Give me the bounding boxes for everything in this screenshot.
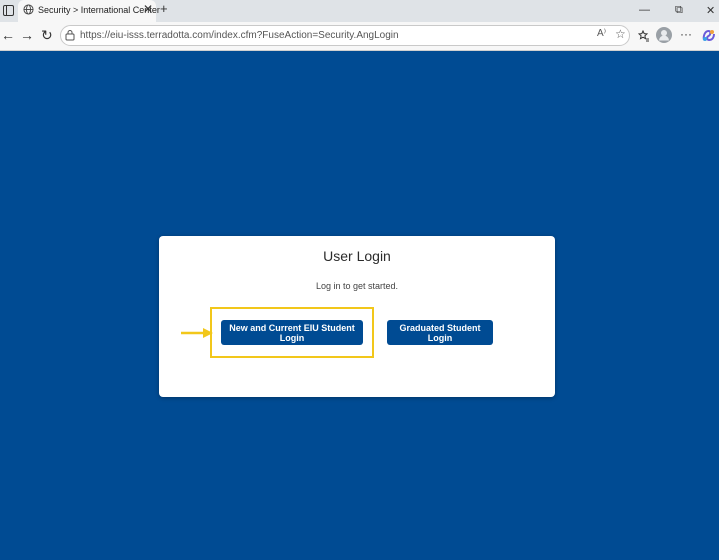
browser-toolbar: ← → ↻ https://eiu-isss.terradotta.com/in… (0, 22, 719, 51)
minimize-button[interactable]: — (639, 4, 650, 16)
globe-icon (23, 4, 34, 15)
tab-active[interactable]: Security > International Center ✕ (18, 0, 160, 22)
login-title: User Login (323, 248, 391, 264)
tab-strip: Security > International Center ✕ + — ⧉ … (0, 0, 719, 22)
login-subtitle: Log in to get started. (315, 281, 399, 291)
favorites-icon[interactable] (638, 30, 650, 42)
forward-button[interactable]: → (20, 27, 34, 43)
highlight-arrow-icon (181, 328, 213, 338)
graduated-student-login-button[interactable]: Graduated Student Login (387, 320, 493, 345)
back-button[interactable]: ← (1, 27, 15, 43)
reload-button[interactable]: ↻ (41, 27, 53, 44)
login-card: User Login Log in to get started. New an… (159, 236, 555, 397)
more-menu-button[interactable]: ··· (680, 27, 692, 41)
close-window-button[interactable]: ✕ (706, 4, 715, 17)
profile-avatar-icon[interactable] (656, 27, 672, 43)
read-aloud-icon[interactable]: A⁾ (597, 28, 606, 39)
favorite-star-icon[interactable]: ☆ (615, 27, 626, 41)
tab-close-icon[interactable]: ✕ (143, 2, 153, 16)
copilot-icon[interactable] (702, 29, 715, 42)
address-bar[interactable]: https://eiu-isss.terradotta.com/index.cf… (60, 25, 630, 46)
current-student-login-button[interactable]: New and Current EIU Student Login (221, 320, 363, 345)
restore-button[interactable]: ⧉ (675, 4, 683, 17)
lock-icon[interactable] (65, 29, 75, 41)
tab-title: Security > International Center (38, 5, 160, 15)
sidebar-icon[interactable] (3, 5, 14, 16)
new-tab-button[interactable]: + (160, 1, 168, 16)
url-text[interactable]: https://eiu-isss.terradotta.com/index.cf… (80, 30, 399, 41)
